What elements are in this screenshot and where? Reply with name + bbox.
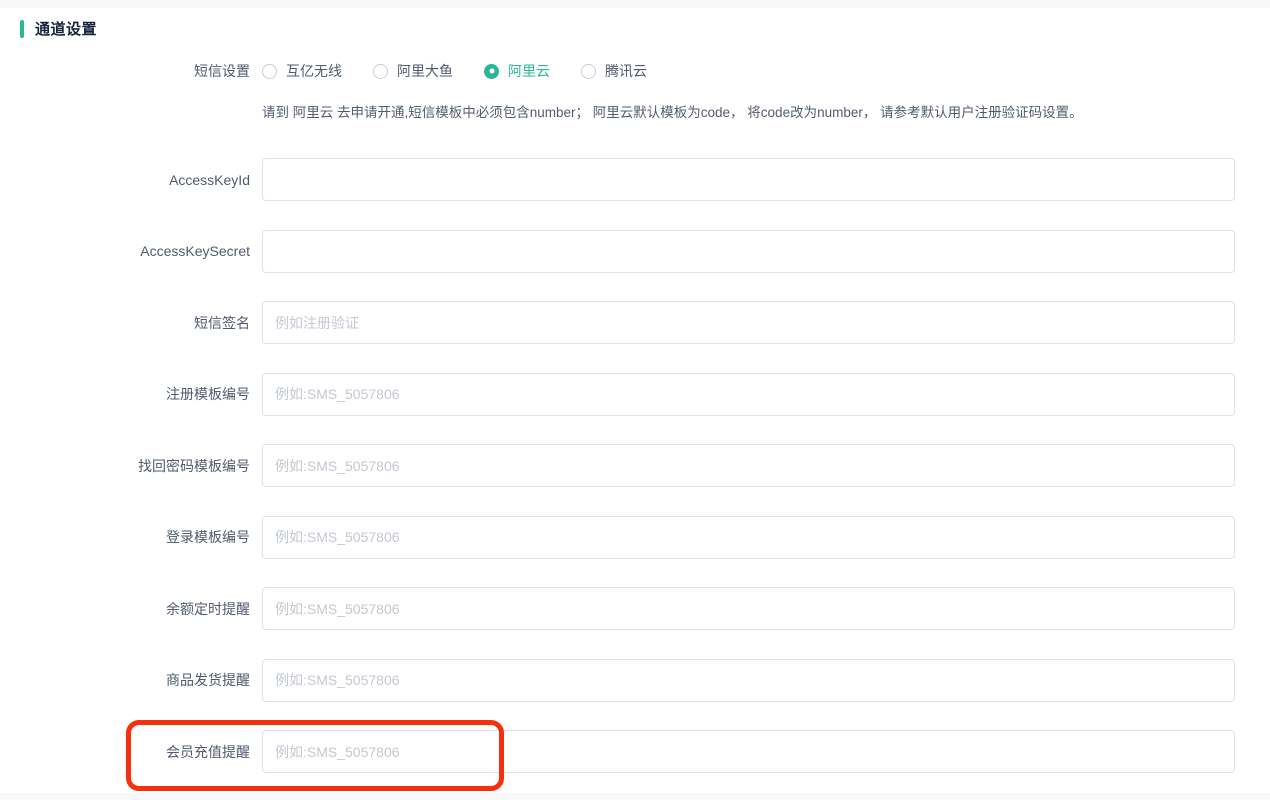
- form-row-0: AccessKeyId: [0, 158, 1270, 201]
- form-row-5: 登录模板编号: [0, 516, 1270, 559]
- radio-option-label: 阿里大鱼: [397, 61, 453, 81]
- field-input-6[interactable]: [262, 587, 1235, 630]
- field-input-0[interactable]: [262, 158, 1235, 201]
- form-row-1: AccessKeySecret: [0, 230, 1270, 273]
- form-row-2: 短信签名: [0, 301, 1270, 344]
- radio-option-label: 腾讯云: [605, 61, 647, 81]
- channel-settings-page: 通道设置 短信设置 互亿无线 阿里大鱼 阿里云 腾讯云 请到 阿里云 去申请开通,短信…: [0, 0, 1270, 800]
- radio-option-2[interactable]: 阿里云: [484, 61, 550, 81]
- field-input-3[interactable]: [262, 373, 1235, 416]
- field-input-5[interactable]: [262, 516, 1235, 559]
- radio-unchecked-icon: [262, 64, 277, 79]
- radio-option-label: 互亿无线: [286, 61, 342, 81]
- sms-setting-label: 短信设置: [0, 61, 250, 81]
- field-label: 注册模板编号: [0, 384, 250, 404]
- radio-option-0[interactable]: 互亿无线: [262, 61, 342, 81]
- field-label: 商品发货提醒: [0, 670, 250, 690]
- field-input-4[interactable]: [262, 444, 1235, 487]
- field-label: AccessKeySecret: [0, 243, 250, 259]
- radio-option-3[interactable]: 腾讯云: [581, 61, 647, 81]
- field-label: 登录模板编号: [0, 527, 250, 547]
- field-label: 短信签名: [0, 313, 250, 333]
- sms-provider-radio-group: 互亿无线 阿里大鱼 阿里云 腾讯云: [262, 61, 678, 81]
- form-row-3: 注册模板编号: [0, 373, 1270, 416]
- channel-settings-form: 短信设置 互亿无线 阿里大鱼 阿里云 腾讯云 请到 阿里云 去申请开通,短信模板中必须…: [0, 8, 1270, 773]
- field-label: AccessKeyId: [0, 172, 250, 188]
- radio-checked-icon: [484, 64, 499, 79]
- field-input-8[interactable]: [262, 730, 1235, 773]
- section-accent-bar: [20, 20, 24, 38]
- field-label: 会员充值提醒: [0, 742, 250, 762]
- form-row-6: 余额定时提醒: [0, 587, 1270, 630]
- radio-option-label: 阿里云: [508, 61, 550, 81]
- field-input-2[interactable]: [262, 301, 1235, 344]
- field-label: 找回密码模板编号: [0, 456, 250, 476]
- sms-setting-hint: 请到 阿里云 去申请开通,短信模板中必须包含number； 阿里云默认模板为co…: [262, 104, 1083, 122]
- field-input-1[interactable]: [262, 230, 1235, 273]
- form-row-4: 找回密码模板编号: [0, 444, 1270, 487]
- radio-option-1[interactable]: 阿里大鱼: [373, 61, 453, 81]
- form-fields: AccessKeyId AccessKeySecret 短信签名注册模板编号找回密码…: [0, 158, 1270, 773]
- content-panel: 通道设置 短信设置 互亿无线 阿里大鱼 阿里云 腾讯云 请到 阿里云 去申请开通,短信…: [0, 8, 1270, 793]
- page-title: 通道设置: [35, 18, 97, 39]
- sms-provider-row: 短信设置 互亿无线 阿里大鱼 阿里云 腾讯云: [0, 63, 1270, 79]
- form-row-7: 商品发货提醒: [0, 659, 1270, 702]
- sms-hint-row: 请到 阿里云 去申请开通,短信模板中必须包含number； 阿里云默认模板为co…: [0, 104, 1270, 122]
- form-row-8: 会员充值提醒: [0, 730, 1270, 773]
- field-label: 余额定时提醒: [0, 599, 250, 619]
- radio-unchecked-icon: [581, 64, 596, 79]
- section-header: 通道设置: [20, 18, 97, 39]
- radio-unchecked-icon: [373, 64, 388, 79]
- field-input-7[interactable]: [262, 659, 1235, 702]
